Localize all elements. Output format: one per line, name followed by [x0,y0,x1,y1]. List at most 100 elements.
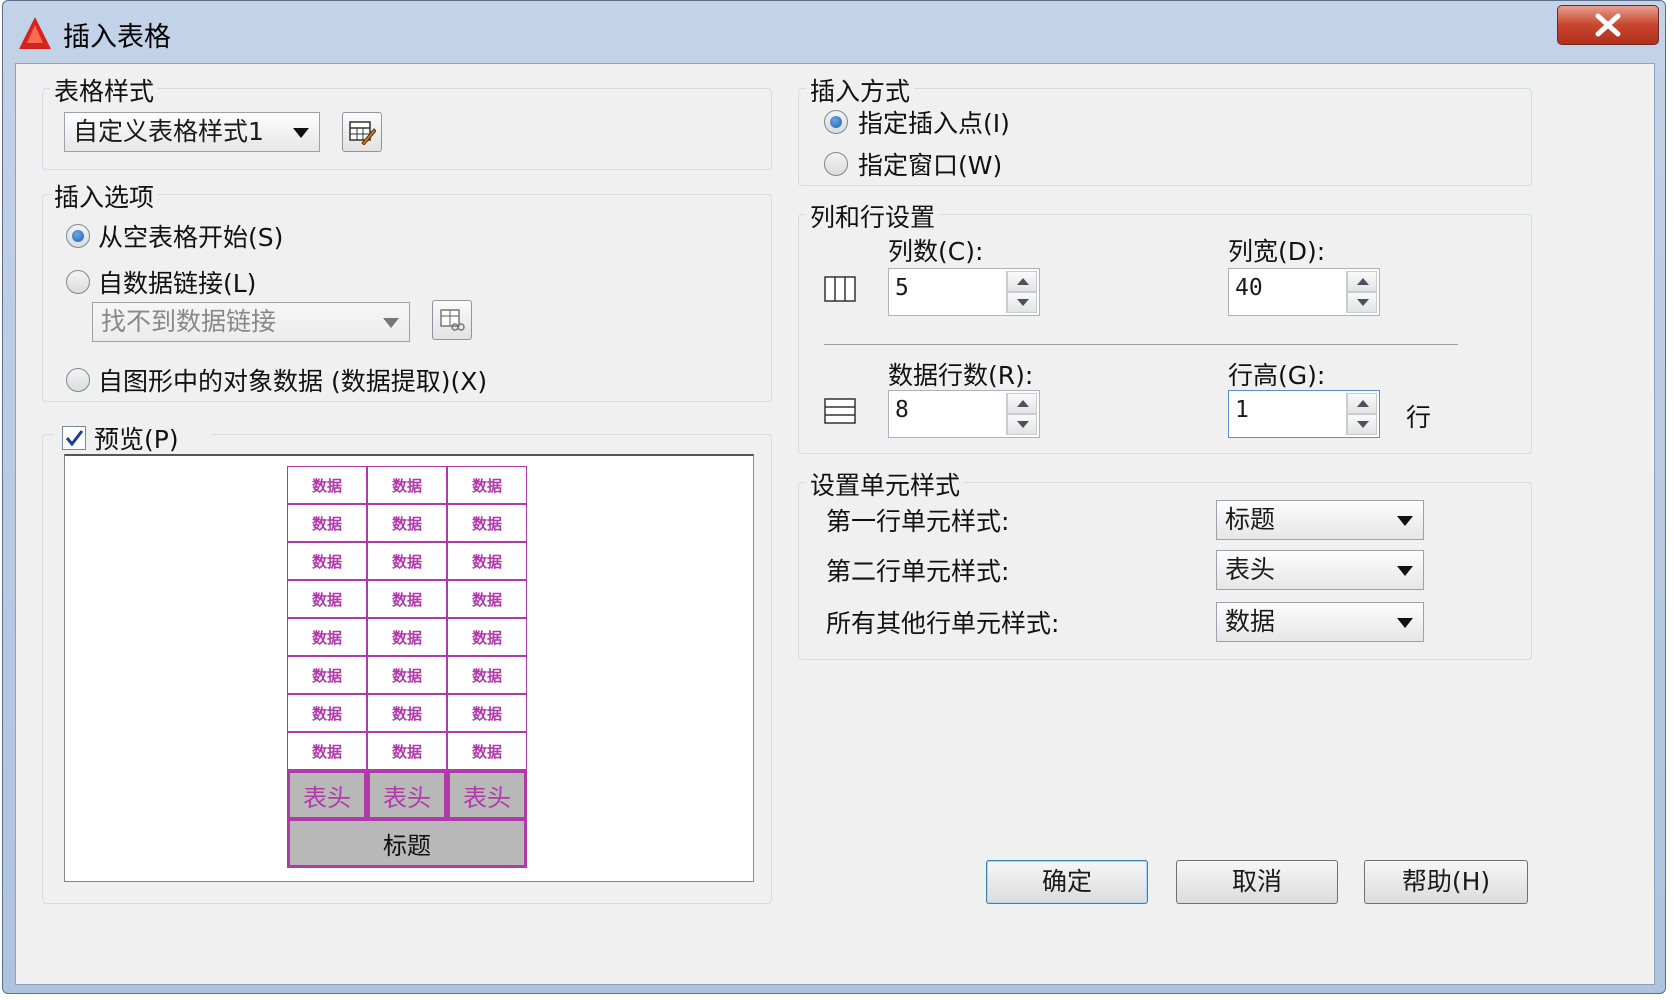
data-rows-spin-down[interactable] [1007,414,1037,435]
first-row-style-label: 第一行单元样式: [826,507,1010,536]
preview-header-cell: 表头 [287,770,367,820]
preview-label[interactable]: 预览(P) [94,420,179,456]
from-empty-radio[interactable] [66,224,90,248]
column-width-value[interactable]: 40 [1235,275,1263,301]
ok-button[interactable]: 确定 [986,860,1148,904]
from-data-link-radio[interactable] [66,270,90,294]
row-height-unit: 行 [1406,403,1432,432]
columns-spinner[interactable]: 5 [888,268,1040,316]
preview-data-cell: 数据 [287,694,367,732]
columns-icon [824,276,856,302]
columns-spin-down[interactable] [1007,292,1037,313]
table-style-group-title: 表格样式 [50,72,159,108]
other-rows-style-value: 数据 [1225,607,1276,636]
preview-data-cell: 数据 [287,580,367,618]
insertion-point-radio[interactable] [824,110,848,134]
chevron-down-icon [383,318,399,328]
autocad-app-icon [19,17,51,49]
preview-data-cell: 数据 [367,466,447,504]
column-width-spinner[interactable]: 40 [1228,268,1380,316]
other-rows-style-dropdown[interactable]: 数据 [1216,602,1424,642]
from-empty-label[interactable]: 从空表格开始(S) [98,218,283,254]
preview-data-cell: 数据 [287,618,367,656]
preview-data-cell: 数据 [447,618,527,656]
preview-data-cell: 数据 [447,580,527,618]
preview-data-cell: 数据 [287,732,367,770]
preview-data-cell: 数据 [367,732,447,770]
second-row-style-label: 第二行单元样式: [826,557,1010,586]
preview-data-cell: 数据 [447,542,527,580]
preview-checkbox[interactable] [62,426,86,450]
cancel-button[interactable]: 取消 [1176,860,1338,904]
column-width-spin-down[interactable] [1347,292,1377,313]
rows-icon [824,398,856,424]
insert-options-group-title: 插入选项 [50,178,159,214]
data-rows-label: 数据行数(R): [888,361,1034,390]
help-button[interactable]: 帮助(H) [1364,860,1528,904]
data-link-icon [440,309,465,331]
preview-data-cell: 数据 [287,466,367,504]
columns-spin-up[interactable] [1007,271,1037,292]
column-width-spin-up[interactable] [1347,271,1377,292]
preview-title-cell: 标题 [287,818,527,868]
data-rows-spin-buttons [1006,393,1037,435]
preview-data-cell: 数据 [367,580,447,618]
cell-styles-group-title: 设置单元样式 [806,466,965,502]
columns-value[interactable]: 5 [895,275,909,301]
second-row-style-value: 表头 [1225,555,1276,584]
preview-data-cell: 数据 [287,504,367,542]
data-link-dropdown: 找不到数据链接 [92,302,410,342]
data-rows-spin-up[interactable] [1007,393,1037,414]
data-rows-spinner[interactable]: 8 [888,390,1040,438]
row-height-spin-up[interactable] [1347,393,1377,414]
table-style-edit-button[interactable] [342,112,382,152]
window-title: 插入表格 [63,22,171,53]
row-height-spin-down[interactable] [1347,414,1377,435]
preview-data-cell: 数据 [447,694,527,732]
table-style-value: 自定义表格样式1 [73,117,264,146]
chevron-down-icon [1397,566,1413,576]
preview-header-cell: 表头 [367,770,447,820]
table-style-edit-icon [349,121,376,145]
row-height-spinner[interactable]: 1 [1228,390,1380,438]
columns-spin-buttons [1006,271,1037,313]
preview-data-cell: 数据 [447,466,527,504]
table-style-dropdown[interactable]: 自定义表格样式1 [64,112,320,152]
preview-data-cell: 数据 [367,656,447,694]
close-button[interactable] [1557,5,1659,45]
title-bar[interactable]: 插入表格 [3,1,1665,65]
row-height-spin-buttons [1346,393,1377,435]
first-row-style-value: 标题 [1225,505,1276,534]
preview-data-cell: 数据 [447,732,527,770]
table-preview: 数据 数据 数据 数据 数据 数据 数据 数据 数据 数据 数据 数据 数据 数据 数据 数据 数据 数据 数据 数据… [64,454,754,882]
columns-label: 列数(C): [888,237,984,266]
preview-data-cell: 数据 [367,504,447,542]
from-object-data-label[interactable]: 自图形中的对象数据 (数据提取)(X) [98,362,487,398]
preview-data-cell: 数据 [287,656,367,694]
preview-header-cell: 表头 [447,770,527,820]
from-object-data-radio[interactable] [66,368,90,392]
dialog-body: 表格样式 自定义表格样式1 插入选项 从空表格开始(S) 自数据链接(L) 找不… [15,63,1655,985]
second-row-style-dropdown[interactable]: 表头 [1216,550,1424,590]
row-height-value[interactable]: 1 [1235,397,1249,423]
chevron-down-icon [1397,618,1413,628]
preview-data-cell: 数据 [287,542,367,580]
close-icon [1595,13,1621,37]
preview-data-cell: 数据 [447,656,527,694]
first-row-style-dropdown[interactable]: 标题 [1216,500,1424,540]
chevron-down-icon [1397,516,1413,526]
from-data-link-label[interactable]: 自数据链接(L) [98,264,256,300]
data-link-value: 找不到数据链接 [101,307,277,336]
insertion-window-label[interactable]: 指定窗口(W) [858,146,1002,182]
column-width-spin-buttons [1346,271,1377,313]
insert-table-dialog: 插入表格 表格样式 自定义表格样式1 插入选项 从空表格开始(S) 自数据链接(… [2,0,1666,994]
preview-data-cell: 数据 [367,542,447,580]
insert-method-group-title: 插入方式 [806,72,915,108]
other-rows-style-label: 所有其他行单元样式: [826,609,1060,638]
preview-data-cell: 数据 [447,504,527,542]
columns-rows-group-title: 列和行设置 [806,198,940,234]
column-width-label: 列宽(D): [1228,237,1326,266]
insertion-window-radio[interactable] [824,152,848,176]
insertion-point-label[interactable]: 指定插入点(I) [858,104,1010,140]
data-rows-value[interactable]: 8 [895,397,909,423]
